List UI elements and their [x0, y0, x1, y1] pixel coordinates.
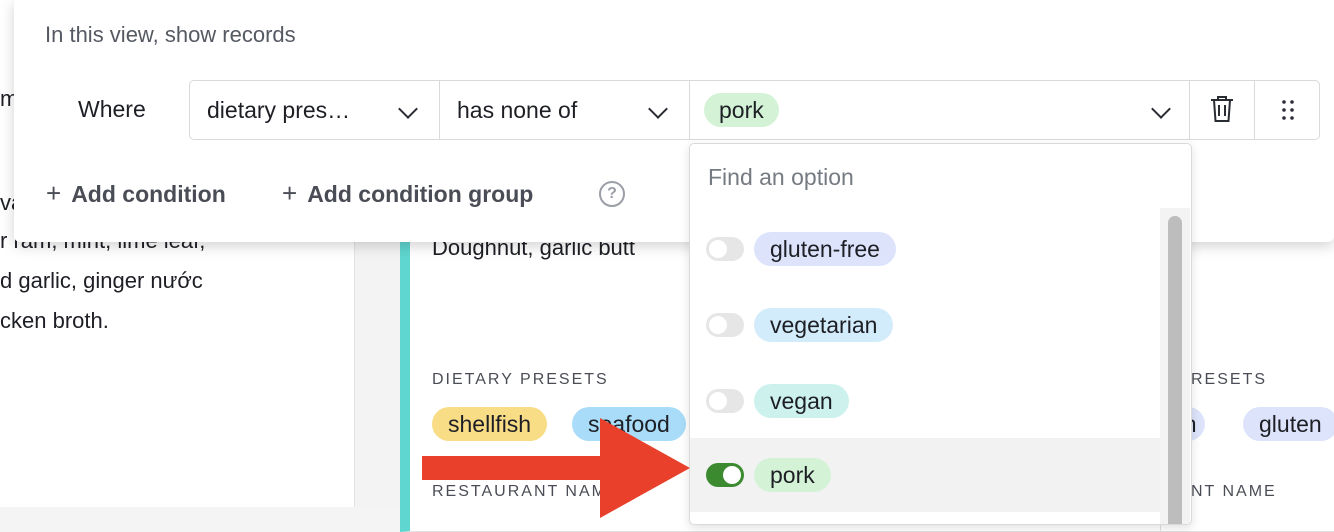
- option-toggle[interactable]: [706, 389, 744, 413]
- dietary-presets-label: RESETS: [1191, 371, 1268, 388]
- chevron-down-icon: [398, 99, 418, 119]
- filter-heading: In this view, show records: [45, 22, 296, 47]
- operator-select[interactable]: has none of: [440, 81, 690, 139]
- scrollbar-thumb[interactable]: [1168, 216, 1182, 524]
- option-gluten-free[interactable]: gluten-free: [690, 212, 1160, 286]
- option-tag: vegetarian: [754, 308, 894, 342]
- field-select-value: dietary pres…: [207, 97, 351, 123]
- option-tag: gluten-free: [754, 232, 896, 266]
- reorder-condition-handle[interactable]: [1256, 81, 1320, 139]
- selected-value-chip: pork: [704, 93, 779, 127]
- dietary-presets-label: DIETARY PRESETS: [432, 371, 609, 388]
- drag-handle-icon: [1282, 100, 1294, 120]
- card-tag: gluten: [1243, 407, 1334, 441]
- help-icon[interactable]: ?: [599, 181, 625, 207]
- add-condition-label: Add condition: [71, 181, 226, 207]
- option-vegetarian[interactable]: vegetarian: [690, 288, 1160, 362]
- option-vegan[interactable]: vegan: [690, 364, 1160, 438]
- delete-condition-button[interactable]: [1190, 81, 1255, 139]
- trash-icon: [1211, 96, 1233, 122]
- option-toggle[interactable]: [706, 237, 744, 261]
- plus-icon: +: [46, 178, 62, 208]
- filter-condition-row: dietary pres… has none of pork: [189, 80, 1320, 140]
- options-dropdown: gluten-free vegetarian vegan pork: [689, 143, 1192, 525]
- operator-select-value: has none of: [457, 97, 578, 123]
- field-select[interactable]: dietary pres…: [190, 81, 440, 139]
- add-condition-group-label: Add condition group: [307, 181, 534, 207]
- record-text-fragment: d garlic, ginger nước: [0, 268, 203, 293]
- add-condition-button[interactable]: + Add condition: [46, 178, 226, 209]
- value-select[interactable]: pork: [690, 81, 1190, 139]
- option-toggle[interactable]: [706, 463, 744, 487]
- where-label: Where: [78, 96, 146, 122]
- option-tag: pork: [754, 458, 831, 492]
- dropdown-scrollbar[interactable]: [1160, 208, 1190, 524]
- annotation-arrow-icon: [422, 418, 690, 518]
- add-condition-group-button[interactable]: + Add condition group: [282, 178, 533, 209]
- option-toggle[interactable]: [706, 313, 744, 337]
- plus-icon: +: [282, 178, 298, 208]
- record-text-fragment: cken broth.: [0, 308, 109, 333]
- chevron-down-icon: [1151, 99, 1171, 119]
- option-tag: vegan: [754, 384, 849, 418]
- restaurant-name-label: NT NAME: [1191, 483, 1277, 500]
- option-pork[interactable]: pork: [690, 438, 1160, 512]
- find-option-input[interactable]: [708, 164, 1148, 191]
- chevron-down-icon: [648, 99, 668, 119]
